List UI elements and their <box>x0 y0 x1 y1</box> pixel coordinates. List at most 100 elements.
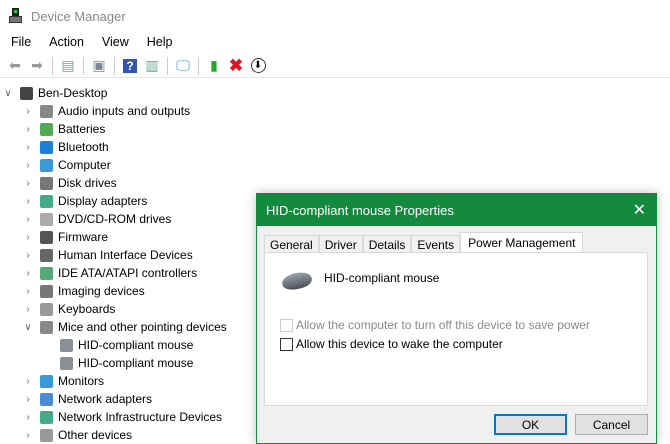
tree-child-item[interactable]: HID-compliant mouse <box>42 354 193 372</box>
tree-item-label: HID-compliant mouse <box>78 356 194 370</box>
tree-item[interactable]: › Imaging devices <box>22 282 145 300</box>
tree-item[interactable]: › DVD/CD-ROM drives <box>22 210 171 228</box>
chevron-down-icon[interactable]: ∨ <box>22 322 34 333</box>
close-icon[interactable]: ✕ <box>633 200 646 220</box>
chevron-down-icon[interactable]: ∨ <box>2 88 14 99</box>
cancel-button[interactable]: Cancel <box>575 414 648 435</box>
tab-power-management[interactable]: Power Management <box>460 232 584 253</box>
properties-icon[interactable]: ▣ <box>88 56 110 76</box>
forward-icon[interactable]: ➡ <box>26 56 48 76</box>
chevron-right-icon[interactable]: › <box>22 286 34 297</box>
menu-action[interactable]: Action <box>38 35 91 49</box>
device-category-icon <box>40 248 53 262</box>
device-category-icon <box>40 140 53 154</box>
chevron-right-icon[interactable]: › <box>22 142 34 153</box>
tree-item[interactable]: › Network Infrastructure Devices <box>22 408 222 426</box>
disable-device-icon[interactable]: ⬇ <box>247 56 269 76</box>
tree-item-label: Audio inputs and outputs <box>58 104 191 118</box>
tree-item[interactable]: › Computer <box>22 156 110 174</box>
show-hide-console-tree-icon[interactable]: ▤ <box>57 56 79 76</box>
tab-details[interactable]: Details <box>362 235 412 253</box>
menu-file[interactable]: File <box>0 35 38 49</box>
power-management-panel: HID-compliant mouse Allow the computer t… <box>264 252 648 406</box>
tree-root[interactable]: ∨ Ben-Desktop <box>2 84 107 102</box>
chevron-right-icon[interactable]: › <box>22 412 34 423</box>
help-icon[interactable]: ? <box>119 56 141 76</box>
tree-item[interactable]: › Monitors <box>22 372 104 390</box>
device-category-icon <box>40 266 53 280</box>
device-manager-icon <box>9 8 23 24</box>
allow-turn-off-checkbox[interactable]: Allow the computer to turn off this devi… <box>280 318 590 332</box>
tree-item-label: Display adapters <box>58 194 148 208</box>
menu-help[interactable]: Help <box>136 35 180 49</box>
tab-driver[interactable]: Driver <box>318 235 363 253</box>
properties-dialog: HID-compliant mouse Properties ✕ General… <box>256 193 657 444</box>
chevron-right-icon[interactable]: › <box>22 250 34 261</box>
tree-item-label: Mice and other pointing devices <box>58 320 227 334</box>
tree-item-label: Batteries <box>58 122 106 136</box>
scan-hardware-icon[interactable]: 🖵 <box>172 56 194 76</box>
tree-item[interactable]: › Display adapters <box>22 192 147 210</box>
chevron-right-icon[interactable]: › <box>22 232 34 243</box>
chevron-right-icon[interactable]: › <box>22 178 34 189</box>
chevron-right-icon[interactable]: › <box>22 106 34 117</box>
chevron-right-icon[interactable]: › <box>22 124 34 135</box>
device-category-icon <box>60 356 73 370</box>
chevron-right-icon[interactable]: › <box>22 394 34 405</box>
tree-item[interactable]: › Network adapters <box>22 390 152 408</box>
tree-item-label: Bluetooth <box>58 140 109 154</box>
tree-item-label: Keyboards <box>58 302 116 316</box>
tree-item-label: Ben-Desktop <box>38 86 108 100</box>
device-category-icon <box>20 86 33 100</box>
tree-item[interactable]: › Other devices <box>22 426 132 444</box>
tree-item[interactable]: › Human Interface Devices <box>22 246 193 264</box>
device-category-icon <box>40 212 53 226</box>
chevron-right-icon[interactable]: › <box>22 430 34 441</box>
tree-child-item[interactable]: HID-compliant mouse <box>42 336 193 354</box>
ok-button[interactable]: OK <box>494 414 567 435</box>
device-category-icon <box>60 338 73 352</box>
tree-item[interactable]: › Bluetooth <box>22 138 109 156</box>
uninstall-icon[interactable]: ✖ <box>225 56 247 76</box>
device-category-icon <box>40 374 53 388</box>
device-name: HID-compliant mouse <box>324 271 440 285</box>
device-category-icon <box>40 428 53 442</box>
device-category-icon <box>40 410 53 424</box>
tree-item[interactable]: › Audio inputs and outputs <box>22 102 190 120</box>
tab-events[interactable]: Events <box>411 235 461 253</box>
tree-item-label: Human Interface Devices <box>58 248 193 262</box>
chevron-right-icon[interactable]: › <box>22 196 34 207</box>
device-category-icon <box>40 122 53 136</box>
action-pane-icon[interactable]: ▥ <box>141 56 163 76</box>
tree-item-label: Monitors <box>58 374 105 388</box>
chevron-right-icon[interactable]: › <box>22 214 34 225</box>
device-category-icon <box>40 320 53 334</box>
chevron-right-icon[interactable]: › <box>22 160 34 171</box>
back-icon[interactable]: ⬅ <box>4 56 26 76</box>
tab-general[interactable]: General <box>264 235 319 253</box>
chevron-right-icon[interactable]: › <box>22 376 34 387</box>
chevron-right-icon[interactable]: › <box>22 268 34 279</box>
tree-item[interactable]: ∨ Mice and other pointing devices <box>22 318 227 336</box>
tree-item[interactable]: › Keyboards <box>22 300 115 318</box>
tree-item[interactable]: › Firmware <box>22 228 108 246</box>
tree-item[interactable]: › Disk drives <box>22 174 117 192</box>
menu-bar: File Action View Help <box>0 32 180 52</box>
device-category-icon <box>40 194 53 208</box>
dialog-title-bar: HID-compliant mouse Properties ✕ <box>257 194 656 226</box>
tree-item-label: Firmware <box>58 230 108 244</box>
allow-wake-checkbox[interactable]: Allow this device to wake the computer <box>280 337 503 351</box>
update-driver-icon[interactable]: ▮ <box>203 56 225 76</box>
tree-item-label: HID-compliant mouse <box>78 338 194 352</box>
menu-view[interactable]: View <box>91 35 136 49</box>
tree-item-label: Imaging devices <box>58 284 145 298</box>
tree-item-label: DVD/CD-ROM drives <box>58 212 172 226</box>
device-category-icon <box>40 392 53 406</box>
tree-item-label: IDE ATA/ATAPI controllers <box>58 266 198 280</box>
tree-item[interactable]: › Batteries <box>22 120 105 138</box>
tree-item-label: Disk drives <box>58 176 117 190</box>
title-bar: Device Manager <box>0 0 670 32</box>
chevron-right-icon[interactable]: › <box>22 304 34 315</box>
tree-item[interactable]: › IDE ATA/ATAPI controllers <box>22 264 197 282</box>
mouse-icon <box>280 270 314 292</box>
